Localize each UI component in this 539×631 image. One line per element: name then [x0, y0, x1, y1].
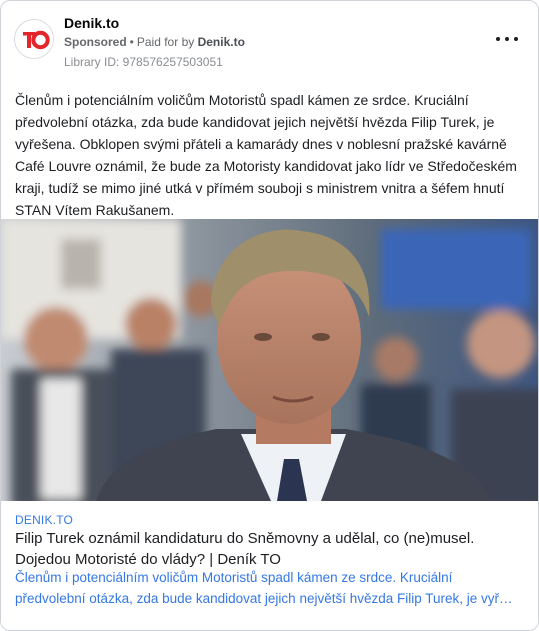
meta-separator: •	[129, 35, 134, 49]
link-preview[interactable]: DENIK.TO Filip Turek oznámil kandidaturu…	[1, 501, 538, 630]
post-body-text: Členům i potenciálním voličům Motoristů …	[15, 92, 517, 218]
post-photo	[1, 219, 538, 501]
link-domain[interactable]: DENIK.TO	[15, 513, 73, 527]
paid-for-by-name[interactable]: Denik.to	[198, 35, 245, 49]
link-title[interactable]: Filip Turek oznámil kandidaturu do Sněmo…	[15, 528, 525, 570]
post-header: Denik.to Sponsored • Paid for by Denik.to …	[1, 1, 538, 73]
paid-for-by-label: Paid for by	[136, 35, 195, 49]
ad-card: Denik.to Sponsored • Paid for by Denik.to …	[0, 0, 539, 631]
page-avatar[interactable]	[14, 19, 54, 59]
library-id: Library ID: 978576257503051	[64, 55, 223, 69]
more-horizontal-icon	[496, 37, 500, 41]
page-name[interactable]: Denik.to	[64, 15, 119, 31]
more-options-button[interactable]	[496, 31, 518, 47]
denik-to-logo	[15, 20, 53, 58]
post-image[interactable]	[1, 219, 538, 501]
sponsored-label: Sponsored	[64, 35, 127, 49]
link-description[interactable]: Členům i potenciálním voličům Motoristů …	[15, 567, 525, 609]
sponsored-line: Sponsored • Paid for by Denik.to	[64, 35, 245, 49]
link-description-line-1: Členům i potenciálním voličům Motoristů …	[15, 570, 453, 585]
link-description-line-2: předvolební otázka, zda bude kandidovat …	[15, 591, 520, 606]
